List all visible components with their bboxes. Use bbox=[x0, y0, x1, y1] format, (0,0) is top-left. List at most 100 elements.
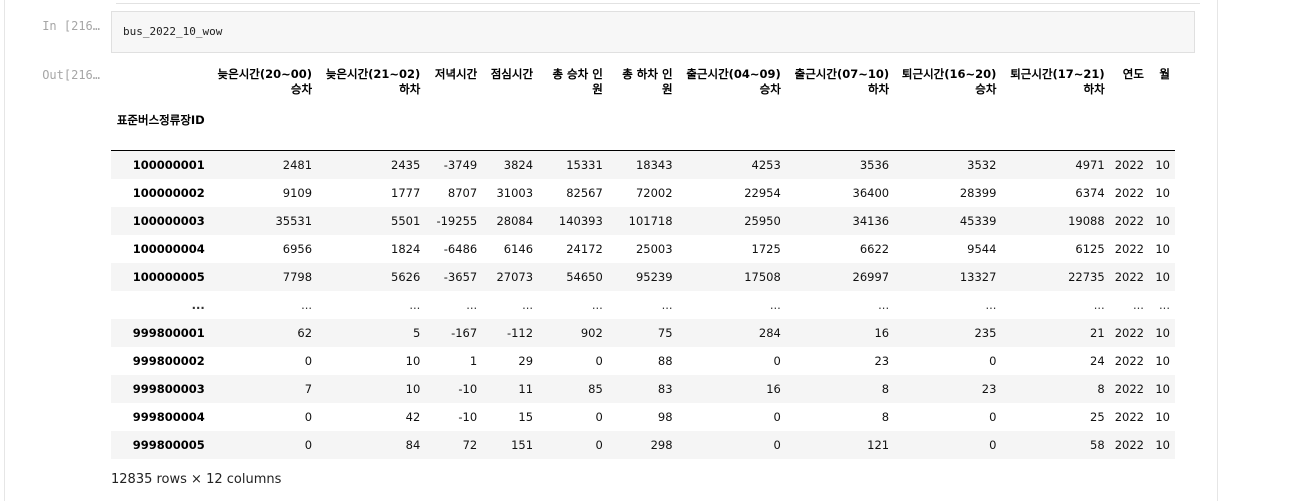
table-row: 100000002 9109 1777 8707 31003 82567 72002 2295… bbox=[111, 179, 1175, 207]
column-header: 연도 bbox=[1122, 67, 1144, 81]
table-cell: 19088 bbox=[1068, 213, 1105, 228]
table-cell: 10 bbox=[1155, 157, 1170, 172]
table-cell: 4253 bbox=[751, 157, 781, 172]
table-cell: 82567 bbox=[566, 185, 603, 200]
table-row: 999800002 0 10 1 29 0 88 0 23 0 24 2022 10 bbox=[111, 347, 1175, 375]
row-index: 999800003 bbox=[132, 381, 205, 396]
row-index: ... bbox=[191, 297, 205, 312]
row-index: 100000004 bbox=[132, 241, 205, 256]
table-cell: 2481 bbox=[282, 157, 313, 172]
table-cell: 88 bbox=[657, 353, 673, 368]
row-index: 999800004 bbox=[132, 409, 205, 424]
table-cell: 6146 bbox=[503, 241, 534, 256]
table-cell: 85 bbox=[588, 381, 603, 396]
table-cell: 0 bbox=[304, 409, 313, 424]
table-cell: 42 bbox=[405, 409, 421, 424]
code-text[interactable]: bus_2022_10_wow bbox=[123, 25, 222, 38]
notebook-page: In [216… bus_2022_10_wow Out[216… 늦은시간(2… bbox=[0, 0, 1289, 501]
table-cell: 8 bbox=[881, 381, 890, 396]
table-cell: 4971 bbox=[1075, 157, 1105, 172]
table-cell: 2022 bbox=[1114, 325, 1144, 340]
table-cell: 35531 bbox=[275, 213, 313, 228]
table-cell: 2435 bbox=[391, 157, 421, 172]
table-cell: 6622 bbox=[859, 241, 890, 256]
table-cell: 1725 bbox=[751, 241, 781, 256]
table-cell: 72 bbox=[462, 437, 478, 452]
table-cell: 29 bbox=[518, 353, 534, 368]
column-header: 월 bbox=[1159, 67, 1170, 81]
column-header: 퇴근시간(16~20) 승차 bbox=[901, 67, 997, 96]
output-prompt[interactable]: Out[216… bbox=[6, 68, 100, 82]
table-cell: 2022 bbox=[1114, 437, 1144, 452]
table-cell: 16 bbox=[874, 325, 890, 340]
dataframe-body: 100000001 2481 2435 -3749 3824 15331 18343 4253… bbox=[111, 150, 1175, 459]
table-cell: 34136 bbox=[852, 213, 890, 228]
table-cell: 0 bbox=[773, 353, 781, 368]
row-index: 100000001 bbox=[132, 157, 205, 172]
table-cell: 10 bbox=[1155, 325, 1170, 340]
table-cell: -112 bbox=[506, 325, 534, 340]
column-header: 점심시간 bbox=[490, 67, 534, 81]
column-header: 총 승차 인원 bbox=[552, 67, 603, 96]
table-cell: 8 bbox=[881, 409, 890, 424]
column-header: 총 하차 인원 bbox=[622, 67, 673, 96]
table-row: 100000001 2481 2435 -3749 3824 15331 18343 4253… bbox=[111, 150, 1175, 179]
table-cell: 101718 bbox=[628, 213, 673, 228]
row-index: 100000003 bbox=[132, 213, 205, 228]
column-header: 퇴근시간(17~21) 하차 bbox=[1010, 67, 1105, 96]
table-cell: 5626 bbox=[391, 269, 421, 284]
row-index: 100000005 bbox=[132, 269, 205, 284]
table-cell: -167 bbox=[451, 325, 478, 340]
table-cell: ... bbox=[1159, 297, 1170, 312]
table-cell: 28084 bbox=[496, 213, 534, 228]
table-cell: 1777 bbox=[391, 185, 421, 200]
table-cell: 36400 bbox=[852, 185, 890, 200]
table-cell: 28399 bbox=[959, 185, 997, 200]
table-cell: 284 bbox=[758, 325, 781, 340]
table-cell: 2022 bbox=[1114, 241, 1144, 256]
dataframe-table: 늦은시간(20~00) 승차 늦은시간(21~02) 하차 저녁시간 점심시간 … bbox=[111, 62, 1175, 459]
table-cell: 58 bbox=[1090, 437, 1105, 452]
row-index: 999800001 bbox=[132, 325, 205, 340]
table-cell: 9109 bbox=[282, 185, 313, 200]
table-cell: 2022 bbox=[1114, 381, 1144, 396]
table-cell: 0 bbox=[989, 353, 997, 368]
column-header: 저녁시간 bbox=[434, 67, 478, 81]
table-cell: 140393 bbox=[558, 213, 603, 228]
table-cell: -19255 bbox=[436, 213, 478, 228]
table-cell: 6125 bbox=[1075, 241, 1105, 256]
table-row: 999800005 0 84 72 151 0 298 0 121 0 58 2022 10 bbox=[111, 430, 1175, 459]
index-header-row: 표준버스정류장ID bbox=[111, 112, 1175, 151]
table-cell: ... bbox=[1133, 297, 1144, 312]
table-cell: 0 bbox=[595, 353, 603, 368]
table-cell: 0 bbox=[304, 437, 313, 452]
table-cell: 151 bbox=[511, 437, 534, 452]
table-cell: 21 bbox=[1090, 325, 1105, 340]
table-cell: 5501 bbox=[391, 213, 421, 228]
table-cell: 6374 bbox=[1075, 185, 1105, 200]
table-cell: 5 bbox=[412, 325, 421, 340]
table-cell: 3824 bbox=[503, 157, 534, 172]
column-header: 출근시간(07~10) 하차 bbox=[794, 67, 890, 96]
table-cell: 10 bbox=[1155, 353, 1170, 368]
table-cell: 72002 bbox=[635, 185, 673, 200]
dataframe-shape: 12835 rows × 12 columns bbox=[111, 472, 282, 487]
table-cell: 9544 bbox=[967, 241, 997, 256]
table-cell: 84 bbox=[405, 437, 421, 452]
table-cell: 83 bbox=[657, 381, 673, 396]
table-cell: 3532 bbox=[967, 157, 997, 172]
table-cell: 902 bbox=[580, 325, 603, 340]
table-cell: ... bbox=[522, 297, 534, 312]
table-cell: 1 bbox=[469, 353, 478, 368]
code-editor[interactable]: bus_2022_10_wow bbox=[111, 11, 1195, 53]
table-row: 999800001 62 5 -167 -112 902 75 284 16 235 21 2022 1… bbox=[111, 318, 1175, 347]
table-cell: 18343 bbox=[635, 157, 673, 172]
table-cell: 10 bbox=[1155, 381, 1170, 396]
table-cell: 24 bbox=[1090, 353, 1105, 368]
table-cell: 2022 bbox=[1114, 185, 1144, 200]
table-cell: -6486 bbox=[443, 241, 478, 256]
table-cell: 0 bbox=[773, 437, 781, 452]
table-cell: 0 bbox=[773, 409, 781, 424]
previous-cell-edge bbox=[116, 0, 1200, 4]
table-cell: 10 bbox=[1155, 241, 1170, 256]
